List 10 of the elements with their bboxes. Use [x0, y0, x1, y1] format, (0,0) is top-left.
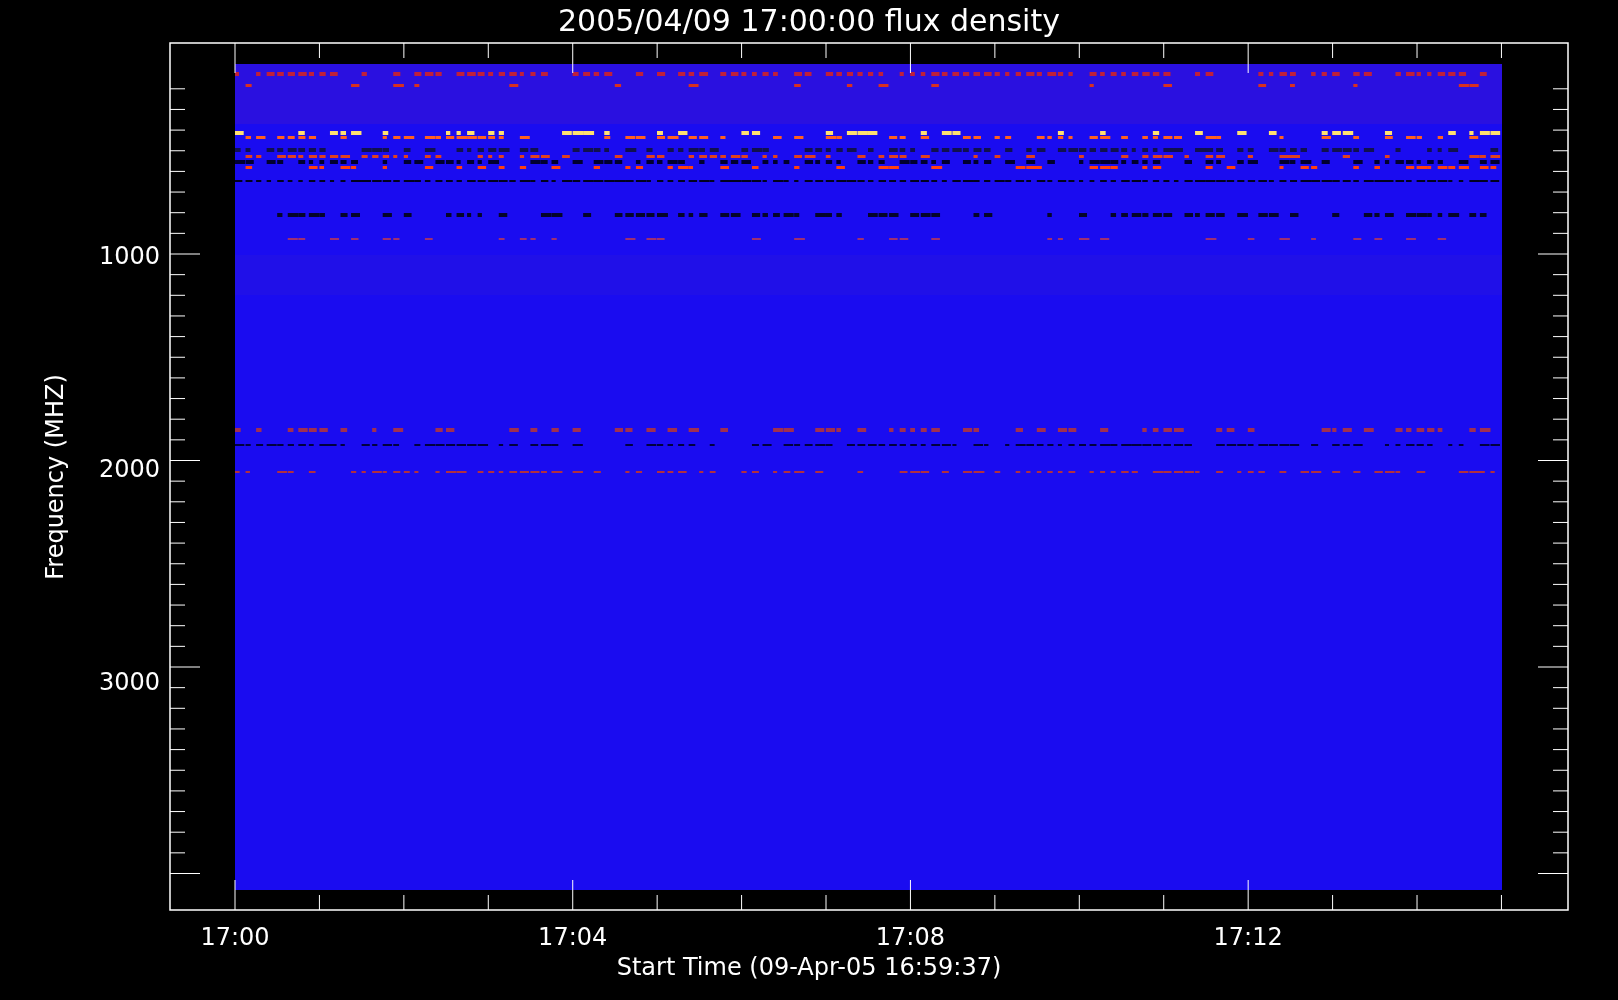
y-tick-label: 2000: [98, 455, 160, 483]
y-tick-label: 1000: [98, 242, 160, 270]
x-tick-label: 17:04: [538, 923, 608, 951]
chart-title: 2005/04/09 17:00:00 flux density: [558, 3, 1060, 38]
y-tick-label: 3000: [98, 668, 160, 696]
x-tick-label: 17:12: [1213, 923, 1283, 951]
x-tick-label: 17:08: [875, 923, 945, 951]
x-axis-label: Start Time (09-Apr-05 16:59:37): [616, 953, 1002, 981]
y-axis-label: Frequency (MHZ): [41, 374, 69, 580]
x-tick-label: 17:00: [200, 923, 270, 951]
